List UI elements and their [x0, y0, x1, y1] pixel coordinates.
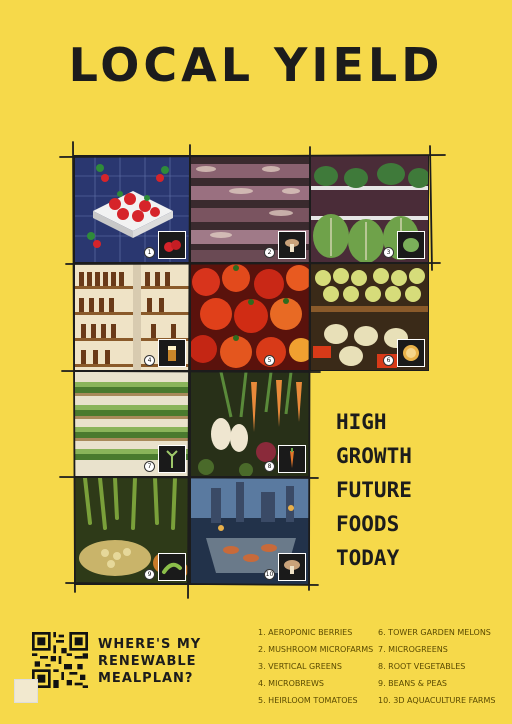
- legend-list-left: 1. AEROPONIC BERRIES 2. MUSHROOM MICROFA…: [258, 624, 373, 709]
- tile-number-badge: 1: [144, 247, 155, 258]
- tile-number-badge: 5: [264, 355, 275, 366]
- tile-vertical-greens: 3: [310, 155, 429, 263]
- tile-number-badge: 10: [264, 569, 275, 580]
- tile-number-badge: 3: [383, 247, 394, 258]
- list-item: 1. AEROPONIC BERRIES: [258, 628, 353, 637]
- tile-inset-thumbnail: [397, 339, 425, 367]
- tile-inset-thumbnail: [278, 445, 306, 473]
- tagline-line-3: FUTURE: [336, 478, 412, 502]
- tile-inset-thumbnail: [158, 553, 186, 581]
- list-item: 7. MICROGREENS: [378, 645, 448, 654]
- list-item: 4. MICROBREWS: [258, 679, 324, 688]
- legend-list-right: 6. TOWER GARDEN MELONS 7. MICROGREENS 8.…: [378, 624, 495, 709]
- tile-inset-thumbnail: [158, 339, 186, 367]
- callout-line-3: MEALPLAN?: [98, 671, 194, 686]
- tile-microgreens: 7: [74, 371, 190, 477]
- tagline-line-1: HIGH: [336, 410, 387, 434]
- tile-number-badge: 4: [144, 355, 155, 366]
- tile-inset-thumbnail: [278, 231, 306, 259]
- heirloom-tomatoes-illustration: [191, 264, 309, 370]
- tile-beans-and-peas: 9: [74, 477, 190, 585]
- qr-code[interactable]: [32, 632, 88, 688]
- tagline-line-4: FOODS: [336, 512, 400, 536]
- list-item: 8. ROOT VEGETABLES: [378, 662, 466, 671]
- list-item: 9. BEANS & PEAS: [378, 679, 448, 688]
- tile-mushroom-microfarms: 2: [190, 155, 310, 263]
- tile-number-badge: 2: [264, 247, 275, 258]
- tagline-line-5: TODAY: [336, 546, 400, 570]
- tile-root-vegetables: 8: [190, 371, 310, 477]
- tile-inset-thumbnail: [158, 231, 186, 259]
- callout-line-2: RENEWABLE: [98, 654, 197, 669]
- tile-inset-thumbnail: [158, 445, 186, 473]
- tile-microbrews: 4: [74, 263, 190, 371]
- list-item: 5. HEIRLOOM TOMATOES: [258, 696, 358, 705]
- tile-aeroponic-berries: 1: [74, 155, 190, 263]
- tile-aquaculture-farms: 10: [190, 477, 310, 585]
- list-item: 10. 3D AQUACULTURE FARMS: [378, 696, 496, 705]
- callout-line-1: WHERE'S MY: [98, 637, 202, 652]
- tile-inset-thumbnail: [278, 553, 306, 581]
- tile-number-badge: 7: [144, 461, 155, 472]
- tagline-line-2: GROWTH: [336, 444, 412, 468]
- tile-number-badge: 9: [144, 569, 155, 580]
- mealplan-callout[interactable]: WHERE'S MY RENEWABLE MEALPLAN?: [98, 636, 201, 687]
- list-item: 6. TOWER GARDEN MELONS: [378, 628, 491, 637]
- list-item: 3. VERTICAL GREENS: [258, 662, 342, 671]
- tagline: HIGH GROWTH FUTURE FOODS TODAY: [336, 405, 476, 575]
- tile-number-badge: 8: [264, 461, 275, 472]
- tile-heirloom-tomatoes: 5: [190, 263, 310, 371]
- tile-inset-thumbnail: [397, 231, 425, 259]
- poster-title: LOCAL YIELD: [68, 38, 444, 92]
- list-item: 2. MUSHROOM MICROFARMS: [258, 645, 374, 654]
- tile-tower-garden-melons: 6: [310, 263, 429, 371]
- tile-number-badge: 6: [383, 355, 394, 366]
- small-logo-thumbnail: [14, 679, 38, 703]
